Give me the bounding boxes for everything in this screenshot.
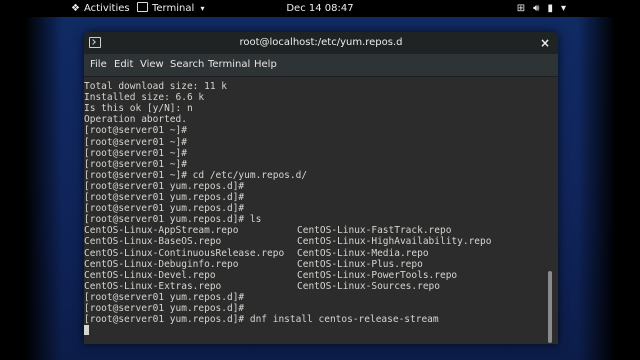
terminal-line: [root@server01 ~]#	[84, 147, 187, 159]
left-shade	[0, 17, 62, 360]
terminal-line: [root@server01 yum.repos.d]# dnf install…	[84, 314, 439, 326]
menu-search[interactable]: Search	[170, 54, 204, 76]
terminal-line: [root@server01 ~]#	[84, 136, 187, 148]
battery-icon: ▮	[547, 3, 553, 14]
terminal-line: CentOS-Linux-Plus.repo	[297, 258, 423, 270]
terminal-line: CentOS-Linux-HighAvailability.repo	[297, 236, 492, 248]
terminal-line: CentOS-Linux-BaseOS.repo	[84, 236, 222, 248]
terminal-line: CentOS-Linux-AppStream.repo	[84, 225, 239, 237]
terminal-line: [root@server01 yum.repos.d]#	[84, 192, 245, 203]
terminal-line: [root@server01 ~]#	[84, 158, 187, 170]
terminal-line: [root@server01 yum.repos.d]#	[84, 203, 245, 215]
terminal-window[interactable]: root@localhost:/etc/yum.repos.d × File E…	[84, 32, 558, 344]
text-cursor	[84, 325, 89, 336]
terminal-line: [root@server01 ~]# cd /etc/yum.repos.d/	[84, 169, 308, 181]
terminal-line: [root@server01 yum.repos.d]#	[84, 180, 245, 192]
terminal-line: CentOS-Linux-Sources.repo	[297, 280, 440, 292]
terminal-line: CentOS-Linux-FastTrack.repo	[297, 225, 452, 237]
menu-bar: File Edit View Search Terminal Help	[84, 54, 558, 77]
terminal-line: Installed size: 6.6 k	[84, 92, 205, 104]
terminal-line: Is this ok [y/N]: n	[84, 103, 193, 115]
system-menu-arrow-icon: ▾	[560, 3, 566, 14]
menu-edit[interactable]: Edit	[114, 54, 133, 76]
window-titlebar[interactable]: root@localhost:/etc/yum.repos.d ×	[84, 32, 558, 54]
terminal-line: Total download size: 11 k	[84, 81, 227, 92]
scrollbar[interactable]	[548, 271, 552, 343]
window-title: root@localhost:/etc/yum.repos.d	[239, 37, 403, 48]
terminal-line: CentOS-Linux-PowerTools.repo	[297, 269, 458, 281]
terminal-line: CentOS-Linux-Debuginfo.repo	[84, 258, 239, 270]
terminal-line: CentOS-Linux-Media.repo	[297, 247, 429, 259]
terminal-line: CentOS-Linux-ContinuousRelease.repo	[84, 247, 285, 259]
menu-file[interactable]: File	[90, 54, 107, 76]
network-icon: ⊞	[516, 3, 526, 14]
menu-help[interactable]: Help	[254, 54, 277, 76]
terminal-line: CentOS-Linux-Extras.repo	[84, 280, 222, 292]
terminal-output[interactable]: Total download size: 11 k Installed size:…	[84, 77, 558, 344]
terminal-line: [root@server01 yum.repos.d]#	[84, 303, 245, 314]
menu-terminal[interactable]: Terminal	[208, 54, 250, 76]
top-bar: ❖ Activities Terminal ▾ Dec 14 08:47 ⊞ 🔊︎ ▮…	[0, 0, 640, 17]
volume-icon: 🔊︎	[533, 3, 540, 14]
terminal-line: CentOS-Linux-Devel.repo	[84, 269, 216, 281]
terminal-line: [root@server01 yum.repos.d]#	[84, 291, 245, 303]
terminal-line: [root@server01 ~]#	[84, 125, 187, 137]
terminal-line: Operation aborted.	[84, 114, 187, 126]
close-button[interactable]: ×	[540, 32, 550, 54]
right-shade	[578, 17, 640, 360]
menu-view[interactable]: View	[140, 54, 164, 76]
system-tray[interactable]: ⊞ 🔊︎ ▮ ▾	[509, 0, 566, 17]
terminal-line: [root@server01 yum.repos.d]# ls	[84, 214, 262, 226]
